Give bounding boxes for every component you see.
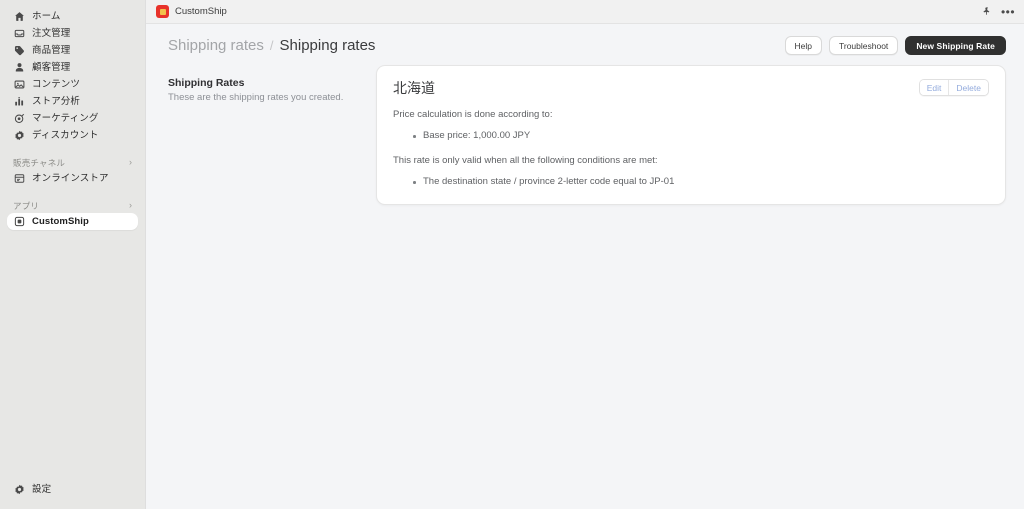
description-body: These are the shipping rates you created…: [168, 92, 344, 103]
page-header: Shipping rates / Shipping rates Help Tro…: [146, 24, 1024, 65]
page-title: Shipping rates: [279, 37, 376, 54]
sidebar-item-label: 顧客管理: [32, 62, 71, 73]
sidebar-primary-nav: ホーム 注文管理 商品管理 顧客管理 コンテンツ ストア分析 マーケティング デ…: [0, 8, 145, 144]
customers-person-icon: [13, 62, 25, 74]
sidebar-item-content[interactable]: コンテンツ: [7, 76, 138, 93]
breadcrumb-separator: /: [269, 38, 274, 53]
sidebar-item-customship[interactable]: CustomShip: [7, 213, 138, 230]
products-tag-icon: [13, 45, 25, 57]
app-root: ホーム 注文管理 商品管理 顧客管理 コンテンツ ストア分析 マーケティング デ…: [0, 0, 1024, 509]
pin-icon[interactable]: [978, 4, 994, 20]
header-actions: Help Troubleshoot New Shipping Rate: [784, 36, 1006, 55]
description-title: Shipping Rates: [168, 77, 245, 89]
gear-icon: [13, 484, 25, 496]
sidebar-item-discounts[interactable]: ディスカウント: [7, 127, 138, 144]
price-intro-text: Price calculation is done according to:: [393, 109, 553, 120]
sidebar-item-label: ディスカウント: [32, 130, 99, 141]
marketing-target-icon: [13, 113, 25, 125]
new-shipping-rate-button[interactable]: New Shipping Rate: [905, 36, 1006, 55]
orders-icon: [13, 28, 25, 40]
app-square-icon: [13, 216, 25, 228]
app-logo-icon: [156, 5, 169, 18]
sidebar-item-products[interactable]: 商品管理: [7, 42, 138, 59]
rate-title: 北海道: [393, 80, 435, 96]
sidebar-item-label: ストア分析: [32, 96, 81, 107]
sidebar-item-marketing[interactable]: マーケティング: [7, 110, 138, 127]
sidebar-item-label: コンテンツ: [32, 79, 81, 90]
sidebar-item-customers[interactable]: 顧客管理: [7, 59, 138, 76]
sidebar-item-label: 商品管理: [32, 45, 71, 56]
help-button[interactable]: Help: [784, 36, 822, 55]
sidebar-item-orders[interactable]: 注文管理: [7, 25, 138, 42]
section-title: 販売チャネル: [13, 157, 66, 168]
sidebar: ホーム 注文管理 商品管理 顧客管理 コンテンツ ストア分析 マーケティング デ…: [0, 0, 146, 509]
page-body: Shipping Rates These are the shipping ra…: [146, 65, 1024, 205]
conditions-intro-text: This rate is only valid when all the fol…: [393, 155, 658, 166]
conditions-list: The destination state / province 2-lette…: [393, 175, 989, 189]
card-header: 北海道 Edit Delete: [393, 79, 989, 97]
analytics-bars-icon: [13, 96, 25, 108]
sidebar-item-online-store[interactable]: オンラインストア: [7, 170, 138, 187]
more-horizontal-icon[interactable]: •••: [1000, 4, 1016, 20]
rate-actions: Edit Delete: [918, 79, 989, 96]
list-item: Base price: 1,000.00 JPY: [393, 129, 989, 143]
app-title: CustomShip: [175, 6, 227, 17]
chevron-right-icon: ›: [129, 157, 132, 167]
sidebar-section-apps[interactable]: アプリ ›: [0, 198, 145, 213]
sidebar-item-analytics[interactable]: ストア分析: [7, 93, 138, 110]
discount-gear-icon: [13, 130, 25, 142]
sidebar-item-label: 設定: [32, 484, 52, 495]
list-item: The destination state / province 2-lette…: [393, 175, 989, 189]
sidebar-item-label: オンラインストア: [32, 173, 109, 184]
troubleshoot-button[interactable]: Troubleshoot: [829, 36, 899, 55]
sidebar-item-label: ホーム: [32, 11, 61, 22]
shipping-rate-card: 北海道 Edit Delete Price calculation is don…: [376, 65, 1006, 205]
sidebar-section-sales-channel[interactable]: 販売チャネル ›: [0, 155, 145, 170]
nav-gap-1: [0, 144, 145, 155]
edit-button[interactable]: Edit: [919, 80, 949, 95]
nav-gap-2: [0, 187, 145, 198]
app-titlebar: CustomShip •••: [146, 0, 1024, 24]
description-column: Shipping Rates These are the shipping ra…: [168, 65, 376, 104]
section-title: アプリ: [13, 200, 40, 211]
delete-button[interactable]: Delete: [948, 80, 988, 95]
sidebar-item-label: CustomShip: [32, 216, 89, 227]
sidebar-item-label: 注文管理: [32, 28, 71, 39]
sidebar-item-label: マーケティング: [32, 113, 99, 124]
breadcrumb: Shipping rates / Shipping rates: [168, 37, 375, 54]
content-media-icon: [13, 79, 25, 91]
price-list: Base price: 1,000.00 JPY: [393, 129, 989, 143]
chevron-right-icon: ›: [129, 200, 132, 210]
sidebar-item-settings[interactable]: 設定: [7, 481, 138, 498]
online-store-icon: [13, 173, 25, 185]
home-icon: [13, 11, 25, 23]
main-region: CustomShip ••• Shipping rates / Shipping…: [146, 0, 1024, 509]
sidebar-item-home[interactable]: ホーム: [7, 8, 138, 25]
breadcrumb-parent[interactable]: Shipping rates: [168, 37, 264, 54]
